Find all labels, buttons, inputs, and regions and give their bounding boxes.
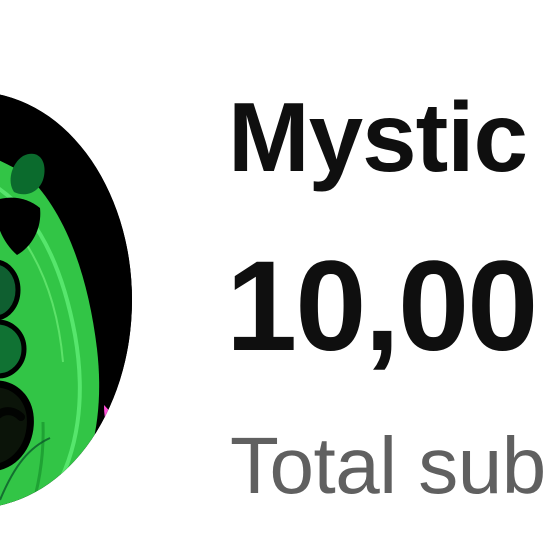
channel-avatar-icon — [0, 92, 132, 508]
channel-header: Mystic 10,00 Total sub — [0, 0, 560, 560]
channel-avatar[interactable] — [0, 92, 132, 508]
channel-name[interactable]: Mystic — [228, 88, 528, 186]
subscriber-count: 10,00 — [226, 235, 538, 378]
subscriber-label: Total sub — [230, 421, 546, 510]
